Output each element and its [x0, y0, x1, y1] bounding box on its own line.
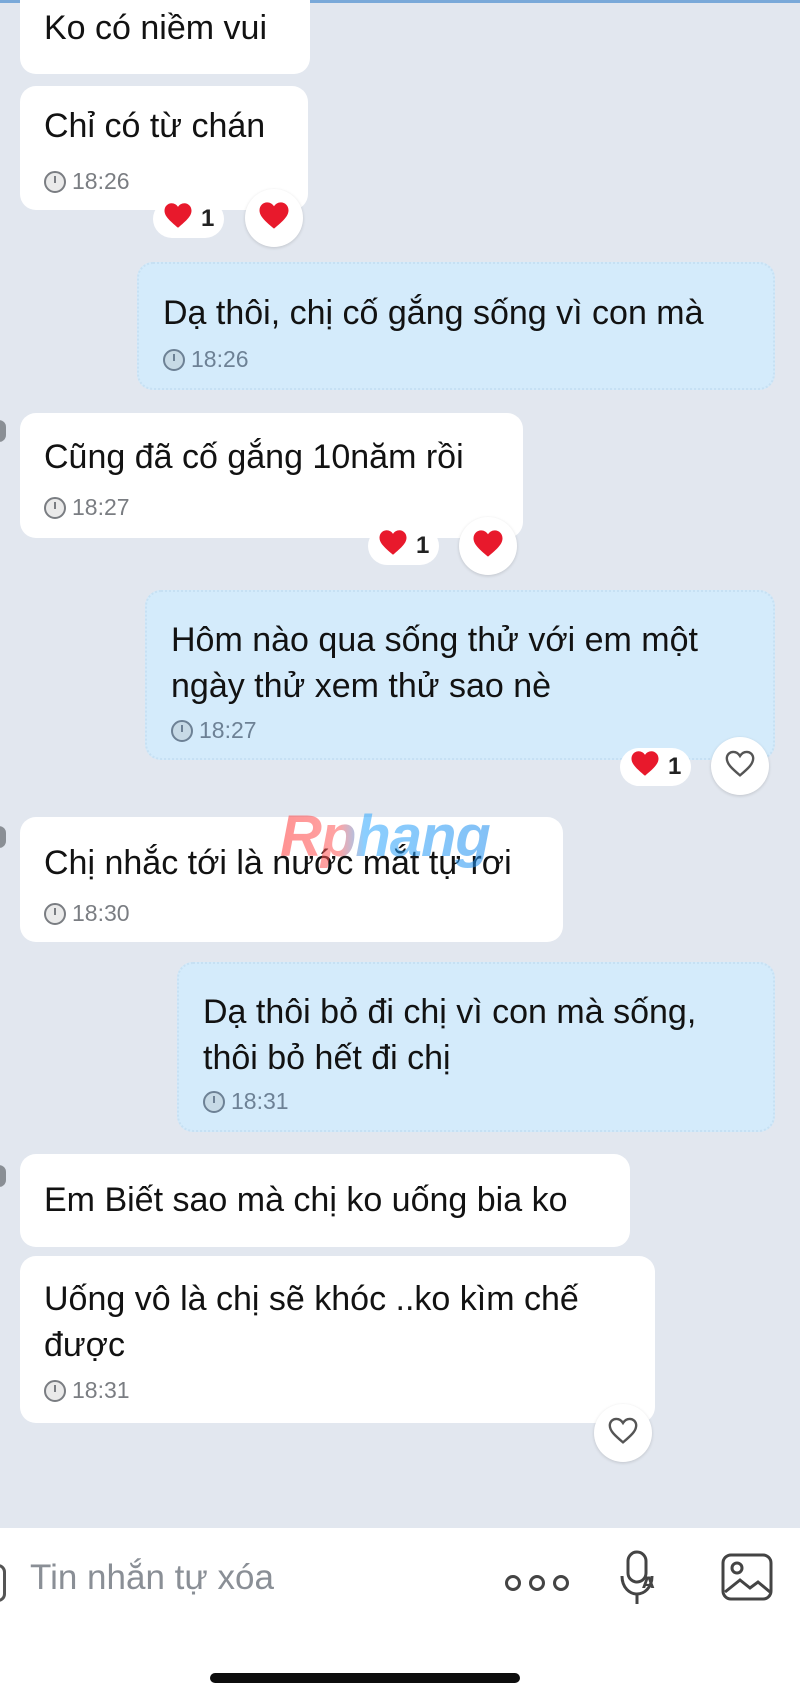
- heart-icon: [472, 529, 504, 563]
- message-text: Cũng đã cố gắng 10năm rồi: [44, 438, 464, 476]
- message-text: Hôm nào qua sống thử với em một ngày thử…: [171, 621, 698, 705]
- heart-icon: [163, 202, 193, 236]
- image-icon[interactable]: [720, 1552, 774, 1602]
- time-text: 18:30: [72, 900, 130, 926]
- reaction-count-text: 1: [201, 205, 215, 232]
- clock-icon: [44, 1379, 66, 1402]
- message-timestamp: 18:30: [44, 900, 130, 927]
- message-bubble-incoming[interactable]: Em Biết sao mà chị ko uống bia ko: [20, 1154, 630, 1247]
- message-bubble-outgoing[interactable]: Hôm nào qua sống thử với em một ngày thử…: [145, 590, 775, 760]
- heart-icon: [258, 201, 290, 235]
- reaction-button[interactable]: [594, 1404, 652, 1462]
- message-bubble-incoming[interactable]: Uống vô là chị sẽ khóc ..ko kìm chế được…: [20, 1256, 655, 1423]
- message-text: Chị nhắc tới là nước mắt tự rơi: [44, 844, 512, 882]
- message-timestamp: 18:26: [44, 168, 130, 195]
- message-timestamp: 18:26: [163, 346, 249, 373]
- avatar[interactable]: [0, 420, 6, 442]
- message-text: Dạ thôi, chị cố gắng sống vì con mà: [163, 294, 704, 332]
- message-timestamp: 18:27: [44, 494, 130, 521]
- voice-to-text-icon[interactable]: A: [618, 1550, 658, 1606]
- reaction-button[interactable]: [245, 189, 303, 247]
- time-text: 18:26: [72, 168, 130, 194]
- message-bubble-outgoing[interactable]: Dạ thôi bỏ đi chị vì con mà sống, thôi b…: [177, 962, 775, 1132]
- clock-icon: [171, 719, 193, 742]
- clock-icon: [163, 348, 185, 371]
- more-options-icon[interactable]: [505, 1568, 569, 1598]
- clock-icon: [44, 496, 66, 519]
- time-text: 18:26: [191, 346, 249, 372]
- message-bubble-incoming[interactable]: Ko có niềm vui: [20, 0, 310, 74]
- clock-icon: [44, 902, 66, 925]
- reaction-count-text: 1: [668, 753, 682, 780]
- clock-icon: [203, 1090, 225, 1113]
- reaction-count[interactable]: 1: [153, 200, 225, 238]
- svg-text:A: A: [642, 1573, 655, 1592]
- time-text: 18:27: [199, 717, 257, 743]
- emoji-icon[interactable]: [0, 1564, 6, 1602]
- heart-icon: [378, 529, 408, 563]
- message-bubble-incoming[interactable]: Cũng đã cố gắng 10năm rồi 18:27: [20, 413, 523, 538]
- message-text: Ko có niềm vui: [44, 9, 267, 47]
- message-text: Chỉ có từ chán: [44, 107, 266, 145]
- message-timestamp: 18:31: [44, 1377, 130, 1404]
- message-text: Em Biết sao mà chị ko uống bia ko: [44, 1181, 568, 1219]
- time-text: 18:31: [231, 1088, 289, 1114]
- reaction-count[interactable]: 1: [620, 748, 692, 786]
- heart-icon: [630, 750, 660, 784]
- reaction-button[interactable]: [711, 737, 769, 795]
- message-composer: Tin nhắn tự xóa A: [0, 1528, 800, 1687]
- message-text: Uống vô là chị sẽ khóc ..ko kìm chế được: [44, 1280, 579, 1364]
- clock-icon: [44, 170, 66, 193]
- message-input[interactable]: Tin nhắn tự xóa: [30, 1558, 274, 1598]
- avatar[interactable]: [0, 1165, 6, 1187]
- heart-outline-icon: [607, 1416, 639, 1450]
- message-bubble-incoming[interactable]: Chị nhắc tới là nước mắt tự rơi 18:30: [20, 817, 563, 942]
- reaction-button[interactable]: [459, 517, 517, 575]
- message-timestamp: 18:27: [171, 717, 257, 744]
- home-indicator: [210, 1673, 520, 1683]
- message-bubble-outgoing[interactable]: Dạ thôi, chị cố gắng sống vì con mà 18:2…: [137, 262, 775, 390]
- heart-outline-icon: [724, 749, 756, 783]
- time-text: 18:27: [72, 494, 130, 520]
- reaction-count[interactable]: 1: [368, 527, 440, 565]
- reaction-count-text: 1: [416, 532, 430, 559]
- message-text: Dạ thôi bỏ đi chị vì con mà sống, thôi b…: [203, 993, 697, 1077]
- message-timestamp: 18:31: [203, 1088, 289, 1115]
- avatar[interactable]: [0, 826, 6, 848]
- time-text: 18:31: [72, 1377, 130, 1403]
